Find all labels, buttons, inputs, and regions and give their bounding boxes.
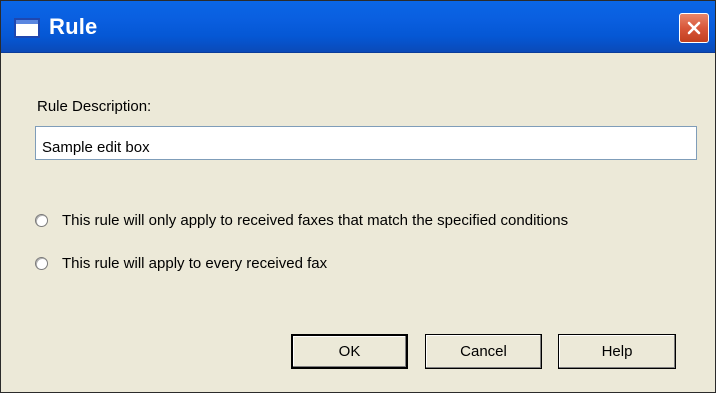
window-icon bbox=[14, 18, 40, 38]
radio-button[interactable] bbox=[35, 257, 48, 270]
rule-description-input[interactable] bbox=[35, 126, 697, 160]
close-button[interactable] bbox=[679, 13, 709, 43]
option-label: This rule will only apply to received fa… bbox=[62, 212, 569, 229]
option-every-fax[interactable]: This rule will apply to every received f… bbox=[35, 255, 327, 272]
cancel-button[interactable]: Cancel bbox=[425, 334, 542, 369]
rule-description-label: Rule Description: bbox=[37, 98, 152, 115]
option-label: This rule will apply to every received f… bbox=[62, 255, 328, 272]
rule-dialog: Rule Rule Description: This rule will on… bbox=[0, 0, 716, 393]
option-matching-faxes[interactable]: This rule will only apply to received fa… bbox=[35, 212, 568, 229]
help-button[interactable]: Help bbox=[558, 334, 676, 369]
radio-button[interactable] bbox=[35, 214, 48, 227]
title-bar[interactable]: Rule bbox=[1, 1, 715, 53]
window-title: Rule bbox=[49, 14, 98, 39]
close-icon bbox=[687, 21, 701, 35]
ok-button[interactable]: OK bbox=[291, 334, 408, 369]
